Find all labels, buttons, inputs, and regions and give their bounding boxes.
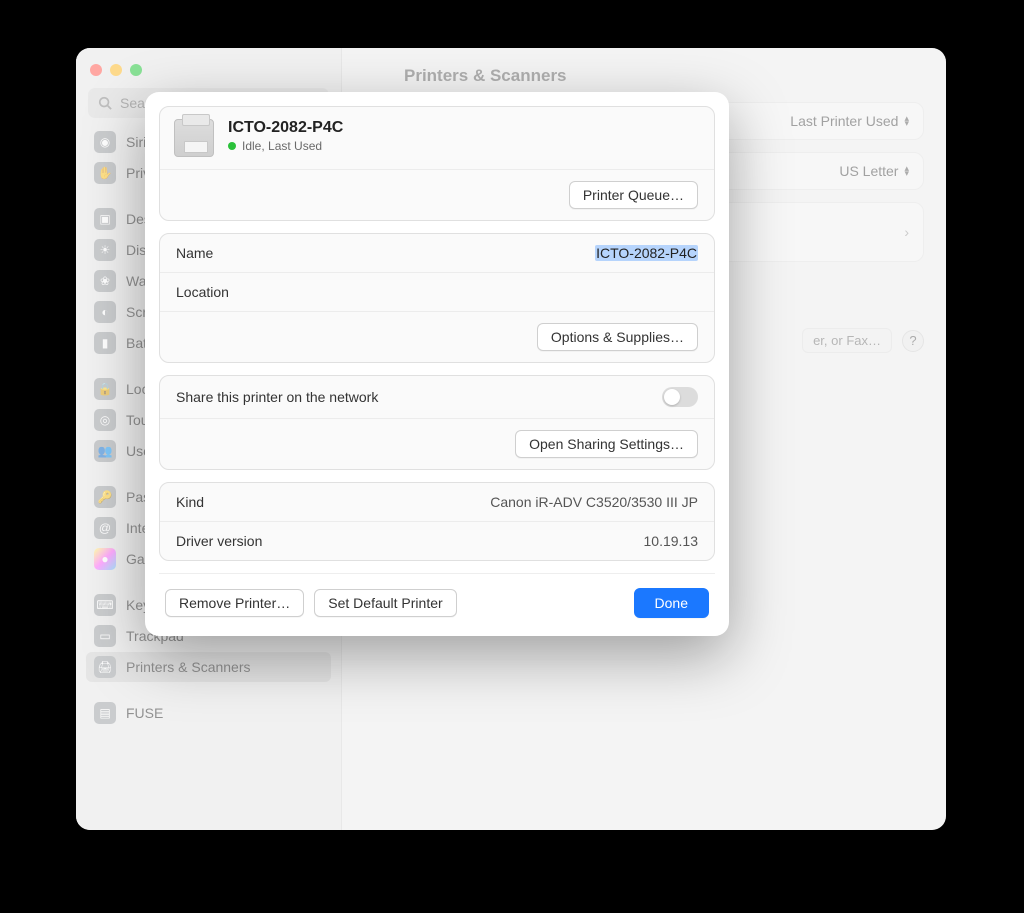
printer-detail-sheet: ICTO-2082-P4C Idle, Last Used Printer Qu… [145,92,729,636]
sidebar-item-printers[interactable]: 🖨 Printers & Scanners [86,652,331,682]
location-row[interactable]: Location [160,272,714,311]
options-supplies-button[interactable]: Options & Supplies… [537,323,698,351]
printer-status: Idle, Last Used [228,139,343,153]
key-icon: 🔑 [94,486,116,508]
location-label: Location [176,284,229,300]
wallpaper-icon: ❀ [94,270,116,292]
minimize-window-button[interactable] [110,64,122,76]
fingerprint-icon: ◎ [94,409,116,431]
paper-size-value: US Letter [839,163,898,179]
siri-icon: ◉ [94,131,116,153]
add-printer-button[interactable]: er, or Fax… [802,328,892,353]
gamecenter-icon: ● [94,548,116,570]
sidebar-item-fuse[interactable]: ▤ FUSE [86,698,331,728]
driver-row: Driver version 10.19.13 [160,521,714,560]
battery-icon: ▮ [94,332,116,354]
name-label: Name [176,245,213,261]
sheet-footer: Remove Printer… Set Default Printer Done [159,573,715,622]
default-printer-value: Last Printer Used [790,113,898,129]
printer-header-card: ICTO-2082-P4C Idle, Last Used Printer Qu… [159,106,715,221]
page-title: Printers & Scanners [404,66,924,86]
printer-sidebar-icon: 🖨 [94,656,116,678]
users-icon: 👥 [94,440,116,462]
chevron-updown-icon: ▴▾ [904,166,909,176]
sidebar-item-label: FUSE [126,705,163,721]
kind-row: Kind Canon iR-ADV C3520/3530 III JP [160,483,714,521]
chevron-right-icon: › [904,224,909,240]
share-label: Share this printer on the network [176,389,378,405]
status-dot-icon [228,142,236,150]
chevron-updown-icon: ▴▾ [904,116,909,126]
window-controls [76,60,341,88]
kind-value: Canon iR-ADV C3520/3530 III JP [490,494,698,510]
name-row[interactable]: Name ICTO-2082-P4C [160,234,714,272]
display-icon: ☀ [94,239,116,261]
hand-icon: ✋ [94,162,116,184]
done-button[interactable]: Done [634,588,709,618]
share-row: Share this printer on the network [160,376,714,418]
at-icon: @ [94,517,116,539]
kind-label: Kind [176,494,204,510]
close-window-button[interactable] [90,64,102,76]
search-icon [98,96,112,110]
printer-info-card: Name ICTO-2082-P4C Location Options & Su… [159,233,715,363]
desktop-icon: ▣ [94,208,116,230]
behind-controls: er, or Fax… ? [802,328,924,353]
driver-label: Driver version [176,533,262,549]
zoom-window-button[interactable] [130,64,142,76]
printer-title: ICTO-2082-P4C [228,119,343,137]
share-toggle[interactable] [662,387,698,407]
paper-size-dropdown[interactable]: US Letter ▴▾ [839,163,909,179]
remove-printer-button[interactable]: Remove Printer… [165,589,304,617]
printer-icon [174,119,214,157]
help-button[interactable]: ? [902,330,924,352]
driver-value: 10.19.13 [644,533,699,549]
sidebar-item-label: Printers & Scanners [126,659,251,675]
printer-header: ICTO-2082-P4C Idle, Last Used [160,107,714,169]
name-value[interactable]: ICTO-2082-P4C [595,245,698,261]
trackpad-icon: ▭ [94,625,116,647]
drive-icon: ▤ [94,702,116,724]
screensaver-icon: ◐ [94,301,116,323]
keyboard-icon: ⌨ [94,594,116,616]
open-sharing-button[interactable]: Open Sharing Settings… [515,430,698,458]
printer-status-text: Idle, Last Used [242,139,322,153]
details-card: Kind Canon iR-ADV C3520/3530 III JP Driv… [159,482,715,561]
lock-icon: 🔒 [94,378,116,400]
sharing-card: Share this printer on the network Open S… [159,375,715,470]
printer-queue-button[interactable]: Printer Queue… [569,181,698,209]
default-printer-dropdown[interactable]: Last Printer Used ▴▾ [790,113,909,129]
set-default-button[interactable]: Set Default Printer [314,589,456,617]
